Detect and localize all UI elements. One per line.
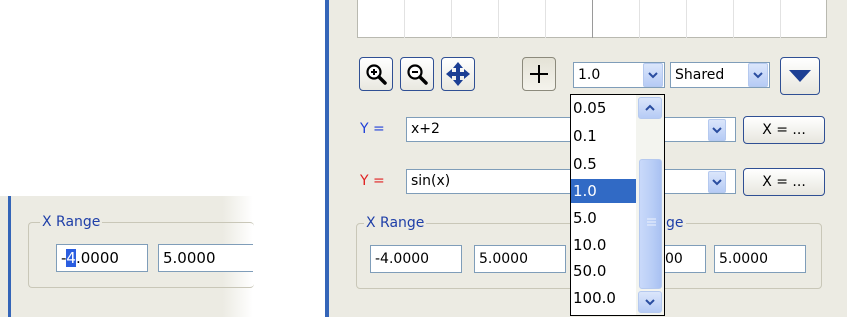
dropdown-option-selected[interactable]: 1.0: [571, 179, 644, 203]
four-way-arrows-icon: [446, 62, 470, 86]
zoom-out-icon: [407, 64, 428, 85]
x-min-field[interactable]: -4.0000: [370, 245, 462, 273]
x-range-label: X Range: [364, 215, 427, 231]
triangle-down-icon: [789, 70, 811, 82]
scrollbar-thumb[interactable]: [639, 159, 662, 289]
function-2-label: Y =: [360, 173, 385, 189]
inset-x-min-highlight: 4: [66, 249, 76, 267]
scroll-down-button[interactable]: [638, 291, 662, 313]
collapse-panel-button[interactable]: [780, 57, 820, 95]
dropdown-option[interactable]: 0.1: [571, 124, 644, 148]
function-1-x-button[interactable]: X = ...: [743, 116, 825, 144]
dropdown-option[interactable]: 100.0: [571, 286, 644, 310]
inset-x-max-field[interactable]: 5.0000: [158, 244, 253, 272]
y-range-label: ge: [664, 215, 686, 231]
chevron-down-icon[interactable]: [708, 119, 726, 141]
step-size-value: 1.0: [578, 67, 601, 83]
inset-x-min-suffix: .0000: [75, 249, 119, 267]
function-2-x-button[interactable]: X = ...: [743, 168, 825, 196]
zoom-in-icon: [366, 64, 387, 85]
step-size-combo[interactable]: 1.0: [573, 62, 665, 88]
graph-canvas[interactable]: [357, 0, 827, 38]
zoom-out-button[interactable]: [400, 57, 434, 91]
function-1-label: Y =: [360, 121, 385, 137]
dropdown-option[interactable]: 50.0: [571, 259, 644, 283]
crosshair-icon: [530, 65, 548, 83]
dropdown-option[interactable]: 0.05: [571, 96, 644, 120]
x-max-field[interactable]: 5.0000: [474, 245, 566, 273]
zoom-in-button[interactable]: [359, 57, 393, 91]
chevron-down-icon: [645, 299, 655, 306]
dropdown-option[interactable]: 0.5: [571, 152, 644, 176]
y-max-field[interactable]: 5.0000: [714, 245, 806, 273]
chevron-down-icon[interactable]: [643, 63, 663, 87]
scroll-up-button[interactable]: [638, 97, 662, 119]
inset-accent-bar: [8, 196, 11, 317]
dropdown-option[interactable]: 10.0: [571, 233, 644, 257]
chevron-down-icon[interactable]: [708, 171, 726, 193]
inset-x-range-label: X Range: [40, 214, 103, 230]
chevron-down-icon[interactable]: [748, 63, 768, 87]
axis-mode-value: Shared: [675, 67, 725, 83]
chevron-up-icon: [645, 104, 655, 111]
pan-button[interactable]: [441, 57, 475, 91]
inset-x-min-field[interactable]: -4.0000: [56, 244, 148, 272]
dropdown-option[interactable]: 5.0: [571, 206, 644, 230]
crosshair-button[interactable]: [522, 57, 556, 91]
axis-mode-combo[interactable]: Shared: [670, 62, 770, 88]
